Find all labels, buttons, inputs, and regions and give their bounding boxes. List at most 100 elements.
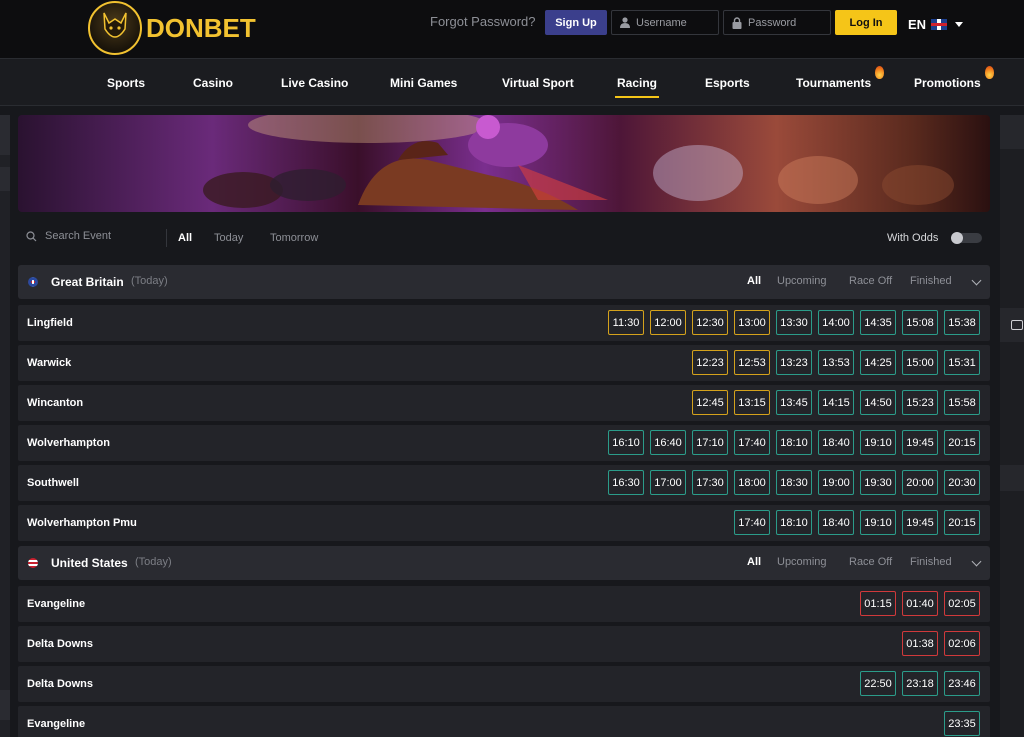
race-time-button[interactable]: 18:30: [776, 470, 812, 495]
race-time-button[interactable]: 15:38: [944, 310, 980, 335]
search-event[interactable]: [26, 230, 145, 242]
country-header[interactable]: United States (Today) All Upcoming Race Off F…: [18, 546, 990, 580]
chevron-down-icon[interactable]: [971, 275, 982, 286]
username-field[interactable]: [611, 10, 719, 35]
race-time-button[interactable]: 23:35: [944, 711, 980, 736]
race-time-button[interactable]: 18:10: [776, 430, 812, 455]
search-input[interactable]: [45, 230, 145, 242]
racecourse-name[interactable]: Evangeline: [27, 718, 85, 730]
username-input[interactable]: [636, 16, 716, 29]
racecourse-name[interactable]: Delta Downs: [27, 678, 93, 690]
race-time-button[interactable]: 19:10: [860, 510, 896, 535]
password-input[interactable]: [748, 16, 828, 29]
status-tab-upcoming[interactable]: Upcoming: [777, 275, 827, 287]
nav-item-racing[interactable]: Racing: [614, 76, 660, 98]
signup-button[interactable]: Sign Up: [545, 10, 607, 35]
race-time-button[interactable]: 12:53: [734, 350, 770, 375]
nav-item-sports[interactable]: Sports: [107, 76, 145, 90]
race-time-button[interactable]: 17:40: [734, 430, 770, 455]
race-time-button[interactable]: 14:35: [860, 310, 896, 335]
password-field[interactable]: [723, 10, 831, 35]
race-time-button[interactable]: 02:06: [944, 631, 980, 656]
race-time-button[interactable]: 19:45: [902, 430, 938, 455]
login-button[interactable]: Log In: [835, 10, 897, 35]
race-time-button[interactable]: 13:53: [818, 350, 854, 375]
race-time-button[interactable]: 16:40: [650, 430, 686, 455]
nav-item-live-casino[interactable]: Live Casino: [281, 76, 348, 90]
status-tab-race-off[interactable]: Race Off: [849, 275, 892, 287]
race-time-button[interactable]: 18:00: [734, 470, 770, 495]
chevron-down-icon[interactable]: [971, 556, 982, 567]
tab-tomorrow[interactable]: Tomorrow: [270, 232, 318, 244]
race-time-button[interactable]: 12:00: [650, 310, 686, 335]
race-time-button[interactable]: 14:00: [818, 310, 854, 335]
racecourse-name[interactable]: Lingfield: [27, 317, 73, 329]
with-odds-toggle[interactable]: [951, 232, 982, 244]
race-time-button[interactable]: 17:40: [734, 510, 770, 535]
race-time-button[interactable]: 17:30: [692, 470, 728, 495]
nav-item-casino[interactable]: Casino: [193, 76, 233, 90]
forgot-password-link[interactable]: Forgot Password?: [430, 14, 536, 29]
race-time-button[interactable]: 13:23: [776, 350, 812, 375]
nav-item-esports[interactable]: Esports: [705, 76, 750, 90]
race-time-button[interactable]: 13:00: [734, 310, 770, 335]
race-time-button[interactable]: 15:08: [902, 310, 938, 335]
right-sidebar-block[interactable]: [1000, 115, 1024, 149]
race-time-button[interactable]: 15:23: [902, 390, 938, 415]
race-time-button[interactable]: 14:15: [818, 390, 854, 415]
race-time-button[interactable]: 18:40: [818, 510, 854, 535]
racecourse-name[interactable]: Southwell: [27, 477, 79, 489]
status-tab-race-off[interactable]: Race Off: [849, 556, 892, 568]
race-time-button[interactable]: 14:50: [860, 390, 896, 415]
racecourse-name[interactable]: Delta Downs: [27, 638, 93, 650]
race-time-button[interactable]: 23:46: [944, 671, 980, 696]
race-time-button[interactable]: 19:30: [860, 470, 896, 495]
right-sidebar-block[interactable]: [1000, 465, 1024, 491]
brand-logo[interactable]: DONBET: [88, 0, 256, 56]
status-tab-finished[interactable]: Finished: [910, 275, 952, 287]
race-time-button[interactable]: 13:15: [734, 390, 770, 415]
nav-item-mini-games[interactable]: Mini Games: [390, 76, 457, 90]
status-tab-finished[interactable]: Finished: [910, 556, 952, 568]
race-time-button[interactable]: 01:38: [902, 631, 938, 656]
race-time-button[interactable]: 18:40: [818, 430, 854, 455]
race-time-button[interactable]: 15:00: [902, 350, 938, 375]
race-time-button[interactable]: 16:30: [608, 470, 644, 495]
race-time-button[interactable]: 13:30: [776, 310, 812, 335]
race-time-button[interactable]: 17:00: [650, 470, 686, 495]
race-time-button[interactable]: 16:10: [608, 430, 644, 455]
race-time-button[interactable]: 11:30: [608, 310, 644, 335]
nav-item-virtual-sport[interactable]: Virtual Sport: [502, 76, 574, 90]
race-time-button[interactable]: 01:15: [860, 591, 896, 616]
tab-today[interactable]: Today: [214, 232, 243, 244]
right-sidebar-block[interactable]: [1000, 308, 1024, 342]
nav-item-promotions[interactable]: Promotions: [914, 66, 994, 90]
race-time-button[interactable]: 17:10: [692, 430, 728, 455]
race-time-button[interactable]: 19:45: [902, 510, 938, 535]
racecourse-name[interactable]: Wincanton: [27, 397, 83, 409]
race-time-button[interactable]: 20:15: [944, 510, 980, 535]
status-tab-all[interactable]: All: [747, 275, 761, 287]
race-time-button[interactable]: 02:05: [944, 591, 980, 616]
left-sidebar-block[interactable]: [0, 115, 10, 155]
racecourse-name[interactable]: Evangeline: [27, 598, 85, 610]
status-tab-all[interactable]: All: [747, 556, 761, 568]
racecourse-name[interactable]: Warwick: [27, 357, 71, 369]
status-tab-upcoming[interactable]: Upcoming: [777, 556, 827, 568]
race-time-button[interactable]: 15:31: [944, 350, 980, 375]
race-time-button[interactable]: 12:30: [692, 310, 728, 335]
race-time-button[interactable]: 20:15: [944, 430, 980, 455]
race-time-button[interactable]: 12:23: [692, 350, 728, 375]
country-header[interactable]: Great Britain (Today) All Upcoming Race Off F…: [18, 265, 990, 299]
race-time-button[interactable]: 20:30: [944, 470, 980, 495]
racecourse-name[interactable]: Wolverhampton: [27, 437, 110, 449]
race-time-button[interactable]: 22:50: [860, 671, 896, 696]
race-time-button[interactable]: 20:00: [902, 470, 938, 495]
race-time-button[interactable]: 19:00: [818, 470, 854, 495]
left-sidebar-block[interactable]: [0, 690, 10, 720]
race-time-button[interactable]: 01:40: [902, 591, 938, 616]
race-time-button[interactable]: 19:10: [860, 430, 896, 455]
race-time-button[interactable]: 13:45: [776, 390, 812, 415]
race-time-button[interactable]: 12:45: [692, 390, 728, 415]
tab-all[interactable]: All: [178, 232, 192, 244]
